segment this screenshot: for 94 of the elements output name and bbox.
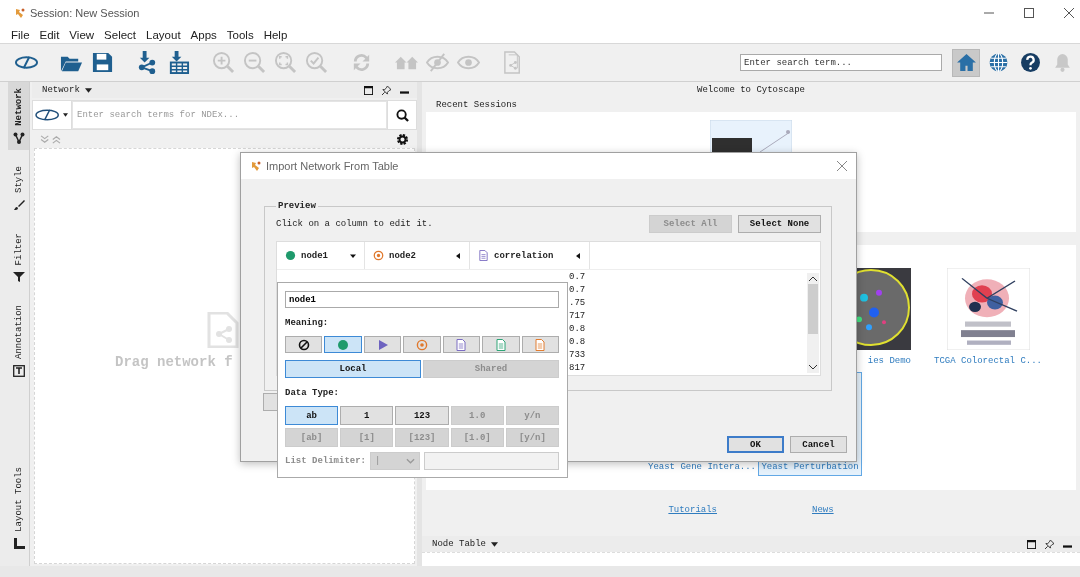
document-icon xyxy=(494,338,507,351)
data-type-button[interactable]: 1 xyxy=(340,406,394,425)
name-field[interactable]: node1 xyxy=(285,291,559,308)
window-icon[interactable] xyxy=(364,85,373,95)
close-icon[interactable] xyxy=(837,161,847,171)
pin-icon[interactable] xyxy=(1045,539,1054,549)
brush-icon xyxy=(12,198,25,211)
caret-icon[interactable] xyxy=(491,541,498,547)
table-cell-text: .75 xyxy=(569,297,587,310)
side-tab[interactable]: Annotation xyxy=(8,299,29,384)
triangle-icon xyxy=(376,338,389,351)
side-tab[interactable]: Filter xyxy=(8,226,29,290)
menu-item[interactable]: File xyxy=(6,28,35,41)
search-field[interactable]: Enter search term... xyxy=(740,54,942,71)
target-icon xyxy=(416,338,428,351)
menu-item[interactable]: View xyxy=(64,28,100,41)
caret-icon xyxy=(455,252,461,259)
funnel-icon xyxy=(12,271,25,284)
table-cell-text: 0.7 xyxy=(569,271,587,284)
share-nodes-icon xyxy=(12,131,25,144)
field-label: List Delimiter: xyxy=(285,456,366,466)
column-header[interactable]: node2 xyxy=(365,242,470,269)
side-tab[interactable]: Style xyxy=(8,159,29,217)
document-share-icon xyxy=(205,312,241,348)
caret-icon xyxy=(350,252,356,259)
caret-icon[interactable] xyxy=(84,87,92,93)
nav-button[interactable] xyxy=(952,48,980,77)
menu-item[interactable]: Apps xyxy=(185,28,222,41)
column-header[interactable]: correlation xyxy=(470,242,590,269)
group-label: Preview xyxy=(277,201,317,211)
scope-button[interactable]: Local xyxy=(285,360,421,378)
panel-title[interactable]: Network xyxy=(42,85,80,95)
delimiter-field[interactable] xyxy=(424,452,559,470)
scroll-up-icon[interactable] xyxy=(809,276,817,281)
globe-icon xyxy=(987,52,1009,73)
menu-item[interactable]: Help xyxy=(258,28,293,41)
menu-item[interactable]: Select xyxy=(99,28,142,41)
text-box-icon xyxy=(12,365,25,378)
pin-icon[interactable] xyxy=(382,85,391,95)
ruler-icon xyxy=(12,538,25,550)
table-cell-text: 0.7 xyxy=(569,284,587,297)
help-icon xyxy=(1019,52,1041,73)
menu-item[interactable]: Tools xyxy=(221,28,259,41)
scroll-down-icon[interactable] xyxy=(809,365,817,370)
menu-item[interactable]: Edit xyxy=(34,28,65,41)
side-tab[interactable]: Network xyxy=(8,82,29,150)
caret-icon xyxy=(575,252,581,259)
section-title: Recent Sessions xyxy=(436,100,517,110)
app-icon xyxy=(250,160,262,172)
chevron-icon xyxy=(406,458,415,464)
dot-icon xyxy=(337,338,350,351)
table-cell-text: 817 xyxy=(569,362,587,375)
window-icon[interactable] xyxy=(1027,539,1036,549)
dialog-button[interactable]: Cancel xyxy=(790,436,847,453)
logo-icon xyxy=(35,109,61,121)
no-symbol-icon xyxy=(297,338,310,351)
menu-item[interactable]: Layout xyxy=(141,28,186,41)
panel-title[interactable]: Node Table xyxy=(432,539,486,549)
floppy-icon[interactable] xyxy=(91,51,114,74)
select-button[interactable]: Select None xyxy=(738,215,821,233)
window-title: Session: New Session xyxy=(30,7,140,19)
document-icon xyxy=(534,338,547,351)
table-cell-text: 0.8 xyxy=(569,323,587,336)
column-header[interactable]: node1 xyxy=(277,242,365,269)
document-icon xyxy=(455,338,468,351)
download-table-icon[interactable] xyxy=(167,51,190,74)
link[interactable]: News xyxy=(812,505,834,515)
empty-hint: Drag network f xyxy=(115,354,233,370)
maximize-icon[interactable] xyxy=(1024,8,1034,18)
sample-tile[interactable]: TCGA Colorectal C... xyxy=(932,267,1044,367)
table-cell-text: 733 xyxy=(569,349,587,362)
settings-icon[interactable] xyxy=(396,132,409,146)
meaning-button[interactable] xyxy=(285,336,323,353)
app-icon xyxy=(14,7,26,19)
table-cell-text: 717 xyxy=(569,310,587,323)
dialog-title: Import Network From Table xyxy=(266,160,399,172)
target-icon xyxy=(373,250,384,261)
field-label: Meaning: xyxy=(285,318,330,330)
hint-text: Click on a column to edit it. xyxy=(276,219,433,229)
link[interactable]: Tutorials xyxy=(668,505,717,515)
data-type-button[interactable]: ab xyxy=(285,406,339,425)
side-tab[interactable]: Layout Tools xyxy=(8,461,29,556)
caret-icon xyxy=(63,113,68,117)
close-icon[interactable] xyxy=(1064,8,1074,18)
field-label: Data Type: xyxy=(285,388,340,400)
search-icon xyxy=(395,108,409,122)
scrollbar[interactable] xyxy=(807,273,819,373)
data-type-button[interactable]: 123 xyxy=(395,406,449,425)
home-icon xyxy=(955,52,977,73)
document-icon xyxy=(478,250,489,261)
table-cell-text: 0.8 xyxy=(569,336,587,349)
panel-title: Welcome to Cytoscape xyxy=(697,85,805,95)
dialog-button[interactable]: OK xyxy=(727,436,784,453)
dot-icon xyxy=(285,250,296,261)
